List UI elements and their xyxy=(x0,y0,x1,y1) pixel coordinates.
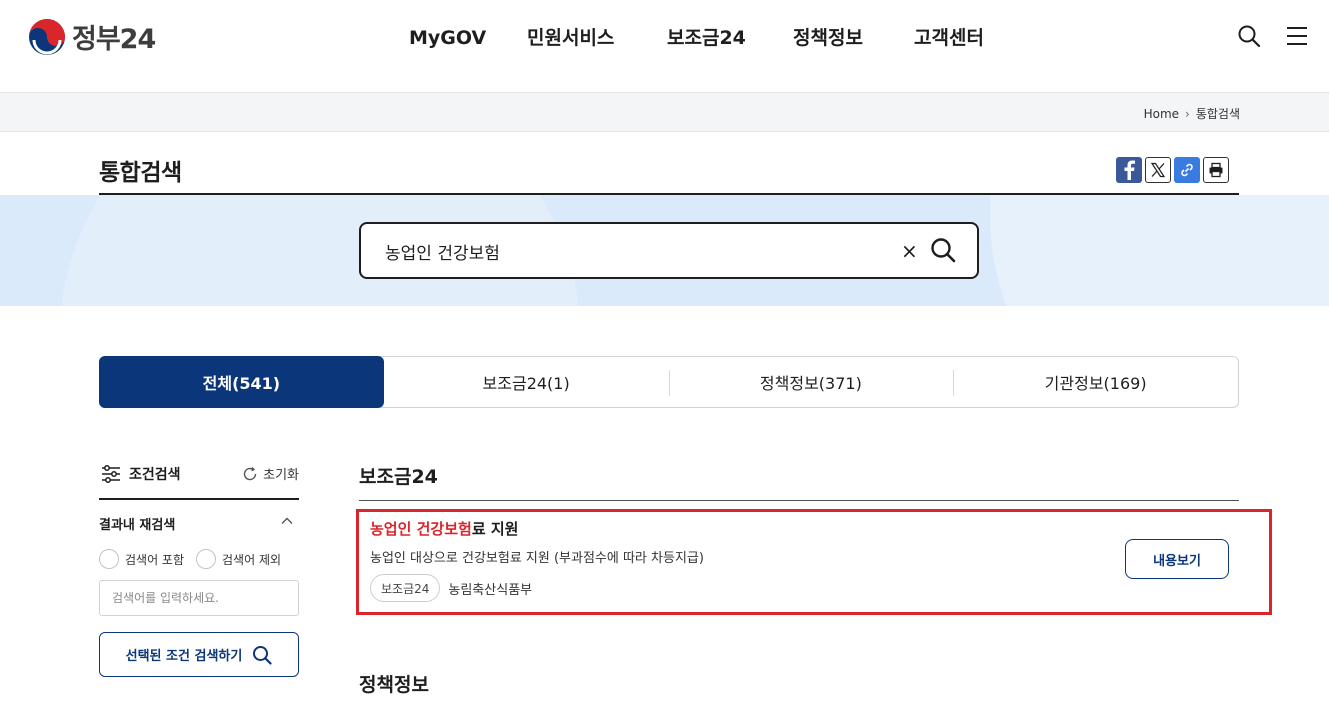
category-badge: 보조금24 xyxy=(370,574,441,602)
sliders-icon xyxy=(102,465,120,483)
section-divider xyxy=(359,500,1239,501)
logo[interactable]: 정부24 xyxy=(28,17,156,56)
nav-policy-info[interactable]: 정책정보 xyxy=(793,24,914,52)
chevron-up-icon[interactable] xyxy=(280,514,294,528)
refine-search-title: 결과내 재검색 xyxy=(99,518,176,533)
section-title-subsidy24: 보조금24 xyxy=(359,466,438,488)
result-title-rest: 료 지원 xyxy=(471,520,519,538)
breadcrumb-home[interactable]: Home xyxy=(1144,107,1179,121)
taegeuk-logo-icon xyxy=(29,18,65,55)
printer-icon xyxy=(1209,162,1223,178)
nav-civil-services[interactable]: 민원서비스 xyxy=(527,24,667,52)
search-icon[interactable] xyxy=(1237,24,1261,48)
result-description: 농업인 대상으로 건강보험료 지원 (부과점수에 따라 차등지급) xyxy=(370,551,704,566)
tab-subsidy24[interactable]: 보조금24(1) xyxy=(384,357,669,407)
refine-search-input[interactable] xyxy=(99,580,299,616)
result-meta: 보조금24 농림축산식품부 xyxy=(370,574,532,602)
reset-button[interactable]: 초기화 xyxy=(242,464,299,483)
include-radio[interactable] xyxy=(99,549,119,569)
exclude-radio[interactable] xyxy=(196,549,217,569)
reset-label: 초기화 xyxy=(263,468,299,483)
exclude-keyword-option[interactable]: 검색어 제외 xyxy=(196,549,281,569)
breadcrumb-current: 통합검색 xyxy=(1195,107,1240,121)
filter-title-text: 조건검색 xyxy=(129,467,181,483)
search-submit-icon[interactable] xyxy=(929,236,957,264)
facebook-share-button[interactable] xyxy=(1116,157,1142,183)
include-keyword-option[interactable]: 검색어 포함 xyxy=(99,549,184,569)
search-box: × xyxy=(359,222,979,279)
search-input[interactable] xyxy=(385,238,865,264)
view-details-button[interactable]: 내용보기 xyxy=(1125,539,1229,579)
tab-policy-info[interactable]: 정책정보(371) xyxy=(668,357,954,407)
refine-options: 검색어 포함 검색어 제외 xyxy=(99,549,281,569)
include-label: 검색어 포함 xyxy=(125,552,185,567)
apply-filter-button[interactable]: 선택된 조건 검색하기 xyxy=(99,632,299,677)
filter-title: 조건검색 xyxy=(101,464,181,484)
tab-all[interactable]: 전체(541) xyxy=(99,356,384,408)
chevron-right-icon: › xyxy=(1185,106,1190,121)
result-tabs: 전체(541) 보조금24(1) 정책정보(371) 기관정보(169) xyxy=(99,356,1239,408)
tab-agency-info[interactable]: 기관정보(169) xyxy=(953,357,1238,407)
section-title-policy-info: 정책정보 xyxy=(359,674,429,696)
global-nav: MyGOV 민원서비스 보조금24 정책정보 고객센터 xyxy=(409,24,1004,52)
filter-header: 조건검색 초기화 xyxy=(99,464,299,500)
background-decoration xyxy=(990,195,1329,306)
logo-text: 정부24 xyxy=(72,24,156,55)
share-buttons xyxy=(1116,157,1229,183)
print-button[interactable] xyxy=(1203,157,1229,183)
x-share-button[interactable] xyxy=(1145,157,1171,183)
page-title: 통합검색 xyxy=(99,160,182,186)
menu-icon[interactable] xyxy=(1285,24,1309,48)
x-icon xyxy=(1150,162,1166,178)
breadcrumb: Home › 통합검색 xyxy=(1144,105,1240,122)
result-item: 농업인 건강보험료 지원 농업인 대상으로 건강보험료 지원 (부과점수에 따라… xyxy=(356,509,1272,615)
nav-customer-center[interactable]: 고객센터 xyxy=(914,24,1004,52)
clear-search-button[interactable]: × xyxy=(901,239,918,263)
search-band: × xyxy=(0,195,1329,306)
exclude-label: 검색어 제외 xyxy=(222,552,282,567)
organization-name: 농림축산식품부 xyxy=(448,582,533,598)
result-title[interactable]: 농업인 건강보험료 지원 xyxy=(370,518,518,539)
header: 정부24 MyGOV 민원서비스 보조금24 정책정보 고객센터 xyxy=(0,0,1329,92)
search-icon xyxy=(253,645,272,665)
copy-link-button[interactable] xyxy=(1174,157,1200,183)
breadcrumb-bar: Home › 통합검색 xyxy=(0,92,1329,132)
refresh-icon xyxy=(243,466,257,480)
apply-filter-label: 선택된 조건 검색하기 xyxy=(125,649,243,664)
nav-subsidy24[interactable]: 보조금24 xyxy=(667,24,793,52)
nav-mygov[interactable]: MyGOV xyxy=(409,24,527,52)
result-title-highlight: 농업인 건강보험 xyxy=(370,520,472,538)
facebook-icon xyxy=(1124,160,1135,180)
link-icon xyxy=(1181,163,1193,177)
